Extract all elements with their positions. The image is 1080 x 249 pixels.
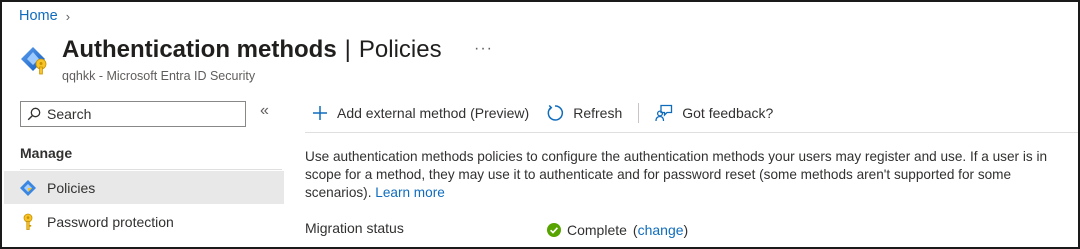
tenant-subtitle: qqhkk - Microsoft Entra ID Security xyxy=(62,69,256,83)
page-title-section: Policies xyxy=(358,36,442,63)
sidebar-divider xyxy=(20,169,282,170)
sidebar-section-manage: Manage xyxy=(20,145,73,161)
collapse-sidebar-icon[interactable]: « xyxy=(260,102,269,120)
migration-status-label: Migration status xyxy=(305,220,404,236)
entra-diamond-key-icon xyxy=(21,47,47,75)
command-bar-divider xyxy=(305,132,1078,133)
toolbar-divider xyxy=(638,103,640,123)
command-bar: Add external method (Preview) Refresh Go… xyxy=(312,100,773,126)
feedback-label: Got feedback? xyxy=(682,105,774,121)
breadcrumb-home-link[interactable]: Home xyxy=(19,8,58,24)
refresh-icon xyxy=(547,104,564,121)
refresh-button[interactable]: Refresh xyxy=(546,104,622,122)
policy-description: Use authentication methods policies to c… xyxy=(305,148,1075,202)
more-options-icon[interactable]: ··· xyxy=(474,40,493,58)
sidebar-item-label: Password protection xyxy=(47,213,174,230)
sidebar-item-policies[interactable]: Policies xyxy=(4,171,284,204)
migration-status-text: Complete xyxy=(567,222,627,238)
search-input[interactable] xyxy=(47,106,237,122)
search-icon xyxy=(27,107,41,121)
paren-close: ) xyxy=(683,222,689,238)
sidebar-search-box[interactable] xyxy=(20,101,246,127)
check-circle-icon xyxy=(547,223,561,237)
feedback-button[interactable]: Got feedback? xyxy=(655,104,773,122)
learn-more-link[interactable]: Learn more xyxy=(375,185,445,200)
sidebar-item-label: Policies xyxy=(47,179,96,196)
plus-icon xyxy=(313,106,327,120)
chevron-right-icon: › xyxy=(65,8,71,24)
sidebar-item-password-protection[interactable]: Password protection xyxy=(4,205,284,238)
page-title: Authentication methods | Policies xyxy=(62,36,442,64)
entra-diamond-icon xyxy=(19,179,37,197)
title-divider: | xyxy=(344,36,351,63)
change-link[interactable]: change xyxy=(638,222,684,238)
feedback-person-icon xyxy=(655,104,673,122)
window-frame: Home › Authentication methods | Policies… xyxy=(0,0,1080,249)
refresh-label: Refresh xyxy=(573,105,623,121)
migration-status-value: Complete ( change ) xyxy=(547,222,688,238)
breadcrumb: Home › xyxy=(19,8,70,24)
page-title-main: Authentication methods xyxy=(62,36,337,63)
add-external-method-label: Add external method (Preview) xyxy=(337,105,530,121)
key-icon xyxy=(19,213,37,231)
add-external-method-button[interactable]: Add external method (Preview) xyxy=(312,105,529,121)
